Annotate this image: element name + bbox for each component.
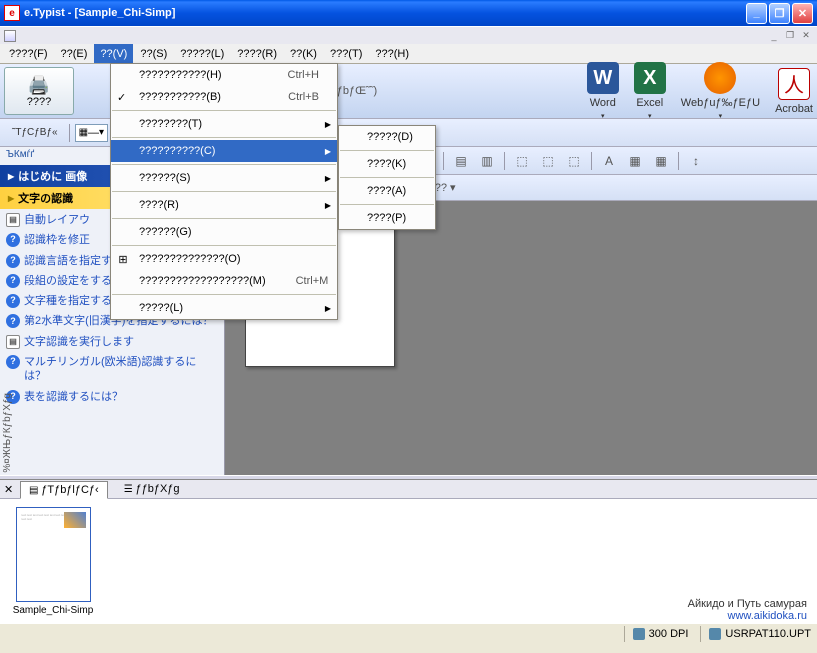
app-excel[interactable]: XExcel▾: [634, 62, 666, 120]
menu-item[interactable]: ????????(T)▶: [111, 113, 337, 135]
menu-s[interactable]: ??(S): [134, 44, 173, 63]
menu-item[interactable]: ??????????(C)▶: [111, 140, 337, 162]
window-title: e.Typist - [Sample_Chi-Simp]: [24, 7, 746, 19]
thumbnail-image: text text text text text text text text …: [16, 507, 91, 602]
menu-bar: ????(F) ??(E) ??(V) ??(S) ?????(L) ????(…: [0, 44, 817, 64]
thumbnail-label: Sample_Chi-Simp: [13, 605, 94, 616]
thumb-tab-list[interactable]: ☰ ƒƒbƒXƒg: [116, 481, 188, 497]
submenu-item[interactable]: ????(P): [339, 207, 435, 229]
mdi-close-button[interactable]: ✕: [799, 29, 813, 43]
submenu-item[interactable]: ?????(D): [339, 126, 435, 148]
submenu-item[interactable]: ????(K): [339, 153, 435, 175]
thumbnail-item[interactable]: text text text text text text text text …: [8, 507, 98, 616]
thumbnail-body: text text text text text text text text …: [0, 499, 817, 624]
view-submenu-dropdown: ?????(D) ????(K) ????(A) ????(P): [338, 125, 436, 230]
status-dpi: 300 DPI: [624, 626, 689, 642]
question-icon: ?: [6, 355, 20, 369]
menu-view[interactable]: ??(V): [94, 44, 133, 63]
thumb-tab-thumbnail[interactable]: ▤ ƒTƒbƒlƒCƒ‹: [20, 481, 108, 499]
mdi-icon: [4, 30, 16, 42]
close-button[interactable]: ✕: [792, 3, 813, 24]
doc-tb-btn[interactable]: ⬚: [511, 151, 533, 171]
menu-item[interactable]: ??????(G): [111, 221, 337, 243]
app-browser[interactable]: Webƒuƒ‰ƒEƒU▾: [681, 62, 760, 120]
question-icon: ?: [6, 294, 20, 308]
window-buttons: _ ❐ ✕: [746, 3, 813, 24]
app-word[interactable]: WWord▾: [587, 62, 619, 120]
menu-edit[interactable]: ??(E): [55, 44, 94, 63]
doc-tb-btn[interactable]: ⬚: [563, 151, 585, 171]
scanner-label: ????: [27, 96, 51, 108]
menu-item[interactable]: ?????(L)▶: [111, 297, 337, 319]
mdi-minimize-button[interactable]: _: [767, 29, 781, 43]
doc-tb2-label[interactable]: ?? ▾: [435, 181, 456, 194]
vertical-label: %¤ЖЊƒЌƒbƒXƒg: [2, 393, 13, 473]
doc-icon: ▤: [6, 213, 20, 227]
submenu-item[interactable]: ????(A): [339, 180, 435, 202]
watermark: Айкидо и Путь самурая www.aikidoka.ru: [688, 598, 807, 622]
doc-tb-btn[interactable]: ▥: [476, 151, 498, 171]
tb2-label: ˜TƒCƒBƒ«: [6, 123, 64, 143]
help-link[interactable]: ▤文字認識を実行します: [6, 335, 218, 349]
tb2-dropdown[interactable]: ▦ — ▾: [75, 124, 108, 142]
dpi-icon: [633, 628, 645, 640]
menu-t[interactable]: ???(T): [324, 44, 368, 63]
mdi-bar: _ ❐ ✕: [0, 26, 817, 44]
app-acrobat[interactable]: 人Acrobat: [775, 68, 813, 115]
doc-icon: ▤: [6, 335, 20, 349]
file-icon: [709, 628, 721, 640]
help-link[interactable]: ?マルチリンガル(欧米語)認識するには？: [6, 355, 218, 384]
thumbnail-pane: ✕ ▤ ƒTƒbƒlƒCƒ‹ ☰ ƒƒbƒXƒg text text text …: [0, 480, 817, 623]
question-icon: ?: [6, 274, 20, 288]
menu-l[interactable]: ?????(L): [174, 44, 230, 63]
document-toolbar-2: 🔄 ?? ▾: [410, 175, 817, 201]
doc-tb-btn[interactable]: ↕: [685, 151, 707, 171]
question-icon: ?: [6, 314, 20, 328]
question-icon: ?: [6, 233, 20, 247]
mdi-restore-button[interactable]: ❐: [783, 29, 797, 43]
minimize-button[interactable]: _: [746, 3, 767, 24]
menu-item[interactable]: ????(R)▶: [111, 194, 337, 216]
help-link[interactable]: ?表を認識するには？: [6, 390, 218, 404]
thumbnail-tabs: ✕ ▤ ƒTƒbƒlƒCƒ‹ ☰ ƒƒbƒXƒg: [0, 480, 817, 499]
menu-item[interactable]: ??????????????????(M)Ctrl+M: [111, 270, 337, 292]
scanner-button[interactable]: 🖨️ ????: [4, 67, 74, 115]
status-bar: 300 DPI USRPAT110.UPT: [0, 623, 817, 643]
doc-tb-btn[interactable]: ▦: [624, 151, 646, 171]
excel-icon: X: [634, 62, 666, 94]
doc-tb-btn[interactable]: ▦: [650, 151, 672, 171]
menu-help[interactable]: ???(H): [369, 44, 415, 63]
question-icon: ?: [6, 254, 20, 268]
menu-file[interactable]: ????(F): [3, 44, 54, 63]
menu-item[interactable]: ⊞??????????????(O): [111, 248, 337, 270]
scanner-icon: 🖨️: [28, 75, 50, 96]
doc-tb-btn[interactable]: ⬚: [537, 151, 559, 171]
document-toolbar: ▦ ▤ ▥ ⬚ ⬚ ⬚ A ▦ ▦ ↕: [410, 147, 817, 175]
doc-tb-btn[interactable]: ▤: [450, 151, 472, 171]
window-titlebar: e e.Typist - [Sample_Chi-Simp] _ ❐ ✕: [0, 0, 817, 26]
firefox-icon: [704, 62, 736, 94]
maximize-button[interactable]: ❐: [769, 3, 790, 24]
menu-item[interactable]: ???????????(H)Ctrl+H: [111, 64, 337, 86]
word-icon: W: [587, 62, 619, 94]
acrobat-icon: 人: [778, 68, 810, 100]
menu-k[interactable]: ??(K): [284, 44, 323, 63]
app-launcher-group: WWord▾ XExcel▾ Webƒuƒ‰ƒEƒU▾ 人Acrobat: [587, 62, 813, 120]
view-menu-dropdown: ???????????(H)Ctrl+H✓???????????(B)Ctrl+…: [110, 63, 338, 320]
app-icon: e: [4, 5, 20, 21]
doc-tb-btn[interactable]: A: [598, 151, 620, 171]
menu-item[interactable]: ??????(S)▶: [111, 167, 337, 189]
menu-r[interactable]: ????(R): [231, 44, 283, 63]
menu-item[interactable]: ✓???????????(B)Ctrl+B: [111, 86, 337, 108]
status-file: USRPAT110.UPT: [700, 626, 811, 642]
